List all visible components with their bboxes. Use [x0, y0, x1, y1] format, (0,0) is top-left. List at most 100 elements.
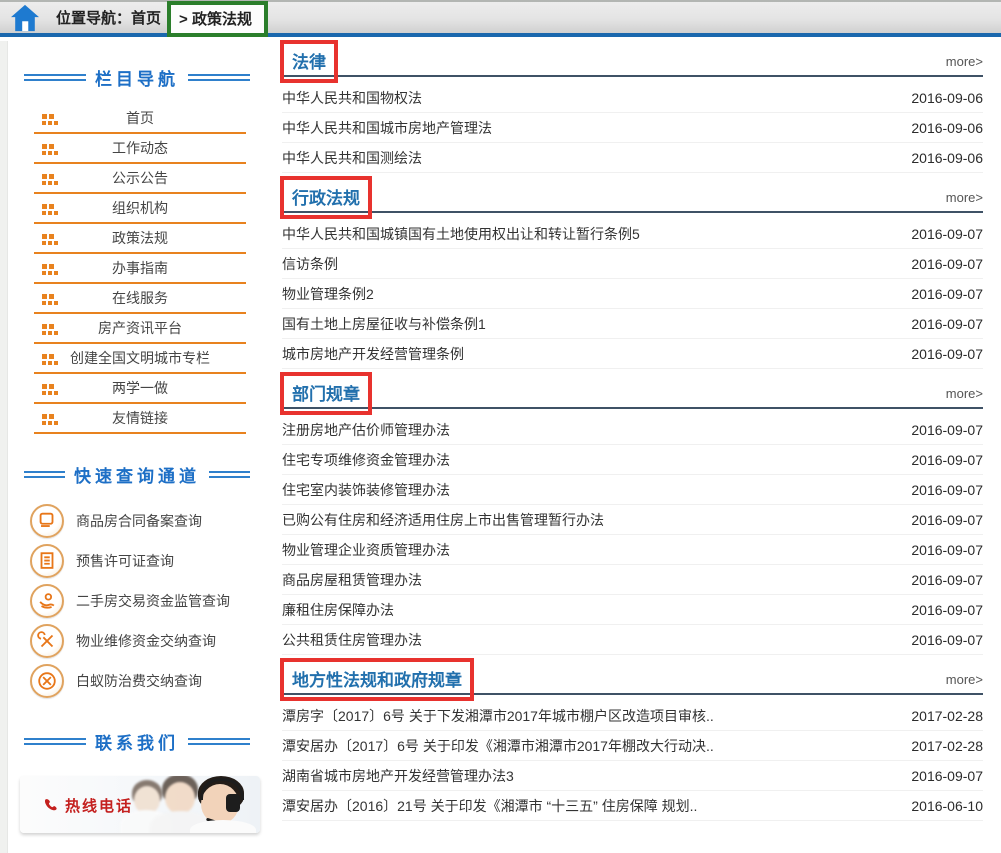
list-item: 已购公有住房和经济适用住房上市出售管理暂行办法 2016-09-07 [282, 505, 983, 535]
list-item-date: 2016-06-10 [911, 798, 983, 814]
quick-item-secondhand-funds[interactable]: 二手房交易资金监管查询 [30, 581, 268, 621]
orange-squares-icon [42, 203, 59, 221]
sidebar-nav-item-label: 首页 [126, 108, 154, 128]
policy-section: 法律 more> 中华人民共和国物权法 2016-09-06 中华人民共和国城市… [282, 43, 983, 173]
list-item-date: 2016-09-06 [911, 120, 983, 136]
more-link[interactable]: more> [946, 190, 983, 205]
list-item-title[interactable]: 住宅专项维修资金管理办法 [282, 450, 450, 470]
quick-query-list: 商品房合同备案查询 预售许可证查询 二手房交易资金监管查询 [30, 501, 268, 701]
more-link[interactable]: more> [946, 672, 983, 687]
list-item: 住宅室内装饰装修管理办法 2016-09-07 [282, 475, 983, 505]
more-link[interactable]: more> [946, 386, 983, 401]
sidebar-nav-item[interactable]: 房产资讯平台 [34, 314, 246, 344]
section-rows: 潭房字〔2017〕6号 关于下发湘潭市2017年城市棚户区改造项目审核.. 20… [282, 701, 983, 821]
list-item-date: 2016-09-07 [911, 286, 983, 302]
divider-line [24, 74, 86, 81]
sidebar-quick-title-label: 快速查询通道 [74, 462, 200, 487]
section-title: 部门规章 [280, 372, 372, 415]
list-item-date: 2017-02-28 [911, 708, 983, 724]
list-item-title[interactable]: 中华人民共和国测绘法 [282, 148, 422, 168]
sidebar-nav-item-label: 政策法规 [112, 228, 168, 248]
list-item-title[interactable]: 潭安居办〔2016〕21号 关于印发《湘潭市 “十三五” 住房保障 规划.. [282, 796, 697, 816]
list-item: 潭安居办〔2017〕6号 关于印发《湘潭市湘潭市2017年棚改大行动决.. 20… [282, 731, 983, 761]
sidebar-nav-item[interactable]: 工作动态 [34, 134, 246, 164]
quick-item-label: 商品房合同备案查询 [76, 511, 202, 531]
list-item-title[interactable]: 湖南省城市房地产开发经营管理办法3 [282, 766, 514, 786]
main-content: 法律 more> 中华人民共和国物权法 2016-09-06 中华人民共和国城市… [282, 37, 983, 821]
quick-item-maintenance-funds[interactable]: 物业维修资金交纳查询 [30, 621, 268, 661]
list-item-title[interactable]: 潭安居办〔2017〕6号 关于印发《湘潭市湘潭市2017年棚改大行动决.. [282, 736, 714, 756]
orange-squares-icon [42, 413, 59, 431]
customer-service-image[interactable]: 热线电话 [20, 776, 260, 833]
sidebar-nav-item[interactable]: 政策法规 [34, 224, 246, 254]
list-item-date: 2016-09-07 [911, 256, 983, 272]
sidebar-contact-title: 联系我们 [24, 729, 250, 754]
list-item-title[interactable]: 国有土地上房屋征收与补偿条例1 [282, 314, 486, 334]
orange-squares-icon [42, 233, 59, 251]
sidebar-nav-item[interactable]: 办事指南 [34, 254, 246, 284]
sidebar-nav-item[interactable]: 在线服务 [34, 284, 246, 314]
policy-section: 行政法规 more> 中华人民共和国城镇国有土地使用权出让和转让暂行条例5 20… [282, 179, 983, 369]
sidebar-nav-item[interactable]: 两学一做 [34, 374, 246, 404]
section-rows: 注册房地产估价师管理办法 2016-09-07 住宅专项维修资金管理办法 201… [282, 415, 983, 655]
list-item-title[interactable]: 已购公有住房和经济适用住房上市出售管理暂行办法 [282, 510, 604, 530]
list-item-title[interactable]: 住宅室内装饰装修管理办法 [282, 480, 450, 500]
sidebar-nav-item[interactable]: 公示公告 [34, 164, 246, 194]
orange-squares-icon [42, 353, 59, 371]
sidebar-nav-item-label: 两学一做 [112, 378, 168, 398]
sidebar-nav-item[interactable]: 创建全国文明城市专栏 [34, 344, 246, 374]
divider-line [188, 738, 250, 745]
list-item-date: 2016-09-07 [911, 226, 983, 242]
section-rows: 中华人民共和国物权法 2016-09-06 中华人民共和国城市房地产管理法 20… [282, 83, 983, 173]
list-item-date: 2016-09-07 [911, 346, 983, 362]
list-item: 中华人民共和国测绘法 2016-09-06 [282, 143, 983, 173]
list-item-title[interactable]: 城市房地产开发经营管理条例 [282, 344, 464, 364]
list-item: 廉租住房保障办法 2016-09-07 [282, 595, 983, 625]
sidebar-nav-list: 首页 工作动态 [34, 104, 246, 434]
quick-item-presale-permit[interactable]: 预售许可证查询 [30, 541, 268, 581]
sidebar-nav-item-label: 公示公告 [112, 168, 168, 188]
orange-squares-icon [42, 113, 59, 131]
sidebar-contact-title-label: 联系我们 [95, 729, 179, 754]
list-item-title[interactable]: 中华人民共和国城镇国有土地使用权出让和转让暂行条例5 [282, 224, 640, 244]
sidebar-nav-item-label: 工作动态 [112, 138, 168, 158]
breadcrumb-current-policy[interactable]: > 政策法规 [167, 1, 268, 37]
breadcrumb-bar: 位置导航：首页 > 政策法规 [0, 0, 1001, 37]
list-item: 中华人民共和国物权法 2016-09-06 [282, 83, 983, 113]
list-item-date: 2016-09-07 [911, 422, 983, 438]
list-item-title[interactable]: 注册房地产估价师管理办法 [282, 420, 450, 440]
page-left-margin [0, 41, 8, 853]
sidebar-nav-item-label: 组织机构 [112, 198, 168, 218]
sidebar-nav-item[interactable]: 友情链接 [34, 404, 246, 434]
list-item-title[interactable]: 信访条例 [282, 254, 338, 274]
list-item-title[interactable]: 物业管理条例2 [282, 284, 374, 304]
list-item-date: 2016-09-07 [911, 572, 983, 588]
section-header: 法律 more> [282, 43, 983, 77]
quick-item-termite-fee[interactable]: 白蚁防治费交纳查询 [30, 661, 268, 701]
sidebar-nav-title-label: 栏目导航 [95, 65, 179, 90]
list-item-date: 2016-09-06 [911, 150, 983, 166]
list-item-title[interactable]: 中华人民共和国物权法 [282, 88, 422, 108]
list-item-title[interactable]: 潭房字〔2017〕6号 关于下发湘潭市2017年城市棚户区改造项目审核.. [282, 706, 714, 726]
orange-squares-icon [42, 323, 59, 341]
quick-item-contract-record[interactable]: 商品房合同备案查询 [30, 501, 268, 541]
list-item-title[interactable]: 廉租住房保障办法 [282, 600, 394, 620]
sidebar-nav-item[interactable]: 组织机构 [34, 194, 246, 224]
list-item-title[interactable]: 公共租赁住房管理办法 [282, 630, 422, 650]
home-icon[interactable] [10, 4, 40, 32]
list-item-date: 2016-09-07 [911, 768, 983, 784]
divider-line [209, 471, 250, 478]
more-link[interactable]: more> [946, 54, 983, 69]
list-item-title[interactable]: 商品房屋租赁管理办法 [282, 570, 422, 590]
sidebar-quick-title: 快速查询通道 [24, 462, 250, 487]
sidebar-nav-item-label: 房产资讯平台 [98, 318, 182, 338]
list-item: 住宅专项维修资金管理办法 2016-09-07 [282, 445, 983, 475]
phone-icon [44, 798, 59, 813]
list-item-title[interactable]: 中华人民共和国城市房地产管理法 [282, 118, 492, 138]
sidebar-nav-item-label: 在线服务 [112, 288, 168, 308]
orange-squares-icon [42, 263, 59, 281]
sidebar-nav-item[interactable]: 首页 [34, 104, 246, 134]
list-item-title[interactable]: 物业管理企业资质管理办法 [282, 540, 450, 560]
list-item: 注册房地产估价师管理办法 2016-09-07 [282, 415, 983, 445]
sidebar-nav-item-label: 办事指南 [112, 258, 168, 278]
